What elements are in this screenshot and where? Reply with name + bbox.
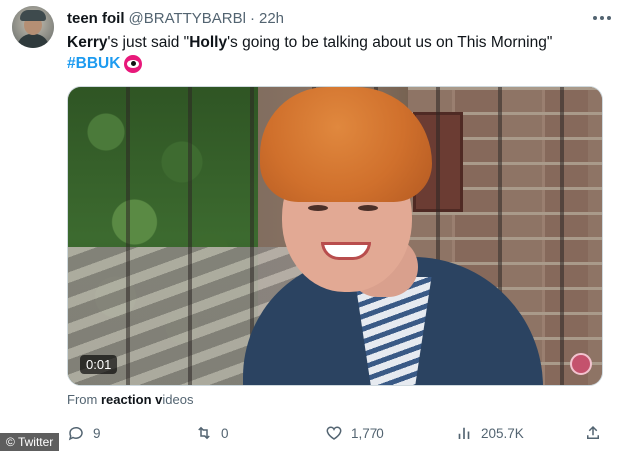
video-player[interactable]: 0:01	[67, 86, 603, 386]
tweet: teen foil @BRATTYBARBl · 22h Kerry's jus…	[0, 0, 633, 451]
display-name[interactable]: teen foil	[67, 10, 125, 27]
tweet-text-line: Kerry's just said "Holly's going to be t…	[67, 32, 607, 53]
avatar-hat	[20, 10, 46, 21]
retweet-icon	[198, 426, 210, 440]
views-chart-icon	[458, 427, 470, 439]
from-prefix: From	[67, 392, 101, 407]
share-button[interactable]	[584, 422, 602, 444]
views-button[interactable]: 205.7K	[455, 422, 524, 444]
tweet-text: Kerry's just said "Holly's going to be t…	[67, 32, 607, 74]
twitter-credit-watermark: © Twitter	[0, 433, 60, 451]
hashtag-link[interactable]: #BBUK	[67, 53, 120, 74]
tweet-actions: 9 0 1,770 205.7K	[67, 422, 607, 444]
timestamp[interactable]: 22h	[259, 10, 284, 27]
text-fragment: 's going to be talking about us on This …	[227, 34, 553, 51]
separator-dot: ·	[249, 9, 255, 27]
more-dot-icon	[607, 16, 611, 20]
user-handle[interactable]: @BRATTYBARBl	[129, 10, 246, 27]
bb-eye-icon	[124, 54, 143, 73]
more-dot-icon	[600, 16, 604, 20]
like-button[interactable]: 1,770	[325, 422, 384, 444]
share-icon	[587, 425, 599, 439]
retweet-button[interactable]: 0	[195, 422, 229, 444]
reply-count: 9	[93, 425, 101, 441]
reply-icon	[68, 426, 83, 441]
reply-button[interactable]: 9	[67, 422, 101, 444]
mention-kerry: Kerry	[67, 34, 108, 51]
tweet-header: teen foil @BRATTYBARBl · 22h	[67, 8, 284, 28]
avatar[interactable]	[12, 6, 54, 48]
media-source-line: From reaction videos	[67, 392, 193, 407]
views-count: 205.7K	[481, 425, 524, 441]
media-source-link[interactable]: reaction videos	[101, 392, 194, 407]
video-duration: 0:01	[80, 355, 118, 374]
more-dot-icon	[593, 16, 597, 20]
heart-icon	[326, 426, 342, 440]
text-fragment: 's just said "	[107, 34, 190, 51]
video-frame	[68, 87, 602, 385]
more-options-button[interactable]	[591, 9, 613, 27]
hashtag-line: #BBUK	[67, 53, 607, 74]
like-count: 1,770	[351, 425, 384, 441]
retweet-count: 0	[221, 425, 229, 441]
mention-holly: Holly	[189, 34, 228, 51]
channel-watermark-icon	[570, 353, 592, 375]
